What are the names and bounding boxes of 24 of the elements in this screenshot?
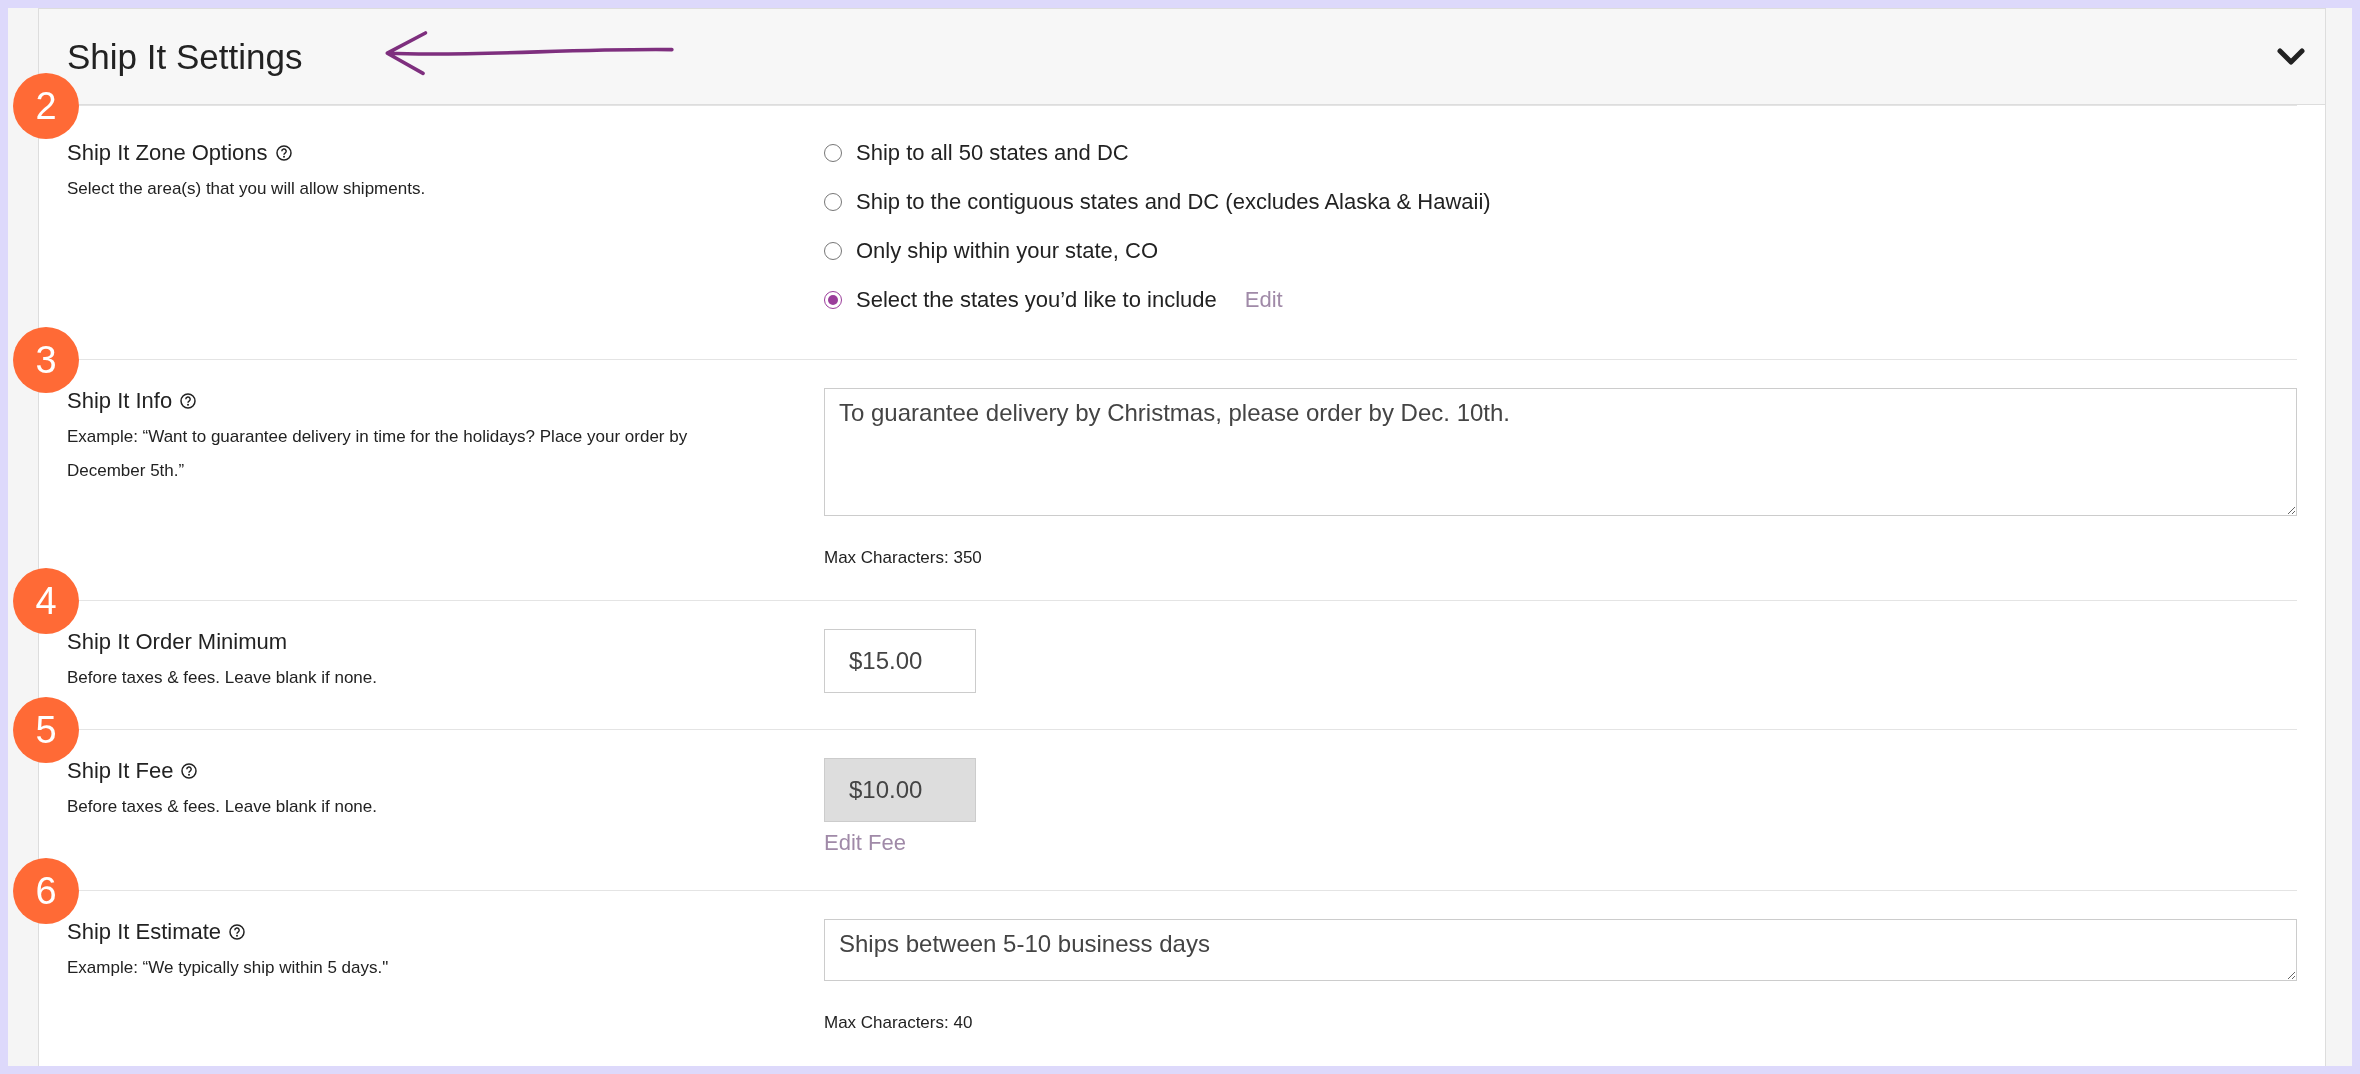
radio-label: Ship to all 50 states and DC (856, 140, 1129, 166)
step-number-badge: 3 (13, 327, 79, 393)
radio-label: Only ship within your state, CO (856, 238, 1158, 264)
max-characters-note: Max Characters: 350 (824, 548, 983, 568)
setting-description: Example: “Want to guarantee delivery in time for the holidays? Place your order by December 5th.” (67, 426, 689, 482)
setting-description: Example: “We typically ship within 5 days." (67, 957, 390, 979)
help-icon[interactable] (229, 924, 246, 940)
setting-label: Ship It Zone Options (67, 140, 268, 166)
step-number-badge: 4 (13, 568, 79, 634)
setting-description: Before taxes & fees. Leave blank if none. (67, 667, 378, 689)
setting-description: Before taxes & fees. Leave blank if none. (67, 796, 378, 818)
help-icon[interactable] (275, 145, 292, 161)
step-number-badge: 2 (13, 73, 79, 139)
amount-field[interactable]: $15.00 (824, 629, 976, 693)
text-area[interactable]: To guarantee delivery by Christmas, please order by Dec. 10th. (824, 388, 2297, 516)
setting-description: Select the area(s) that you will allow shipments. (67, 178, 427, 200)
step-number-badge: 5 (13, 697, 79, 763)
text-area[interactable]: Ships between 5-10 business days (824, 919, 2297, 981)
max-characters-note: Max Characters: 40 (824, 1013, 974, 1033)
radio-label: Select the states you’d like to include (856, 287, 1217, 313)
radio-label: Ship to the contiguous states and DC (excludes Alaska & Hawaii) (856, 189, 1491, 215)
step-number-badge: 6 (13, 858, 79, 924)
help-icon[interactable] (180, 393, 197, 409)
chevron-icon[interactable] (2277, 46, 2305, 67)
